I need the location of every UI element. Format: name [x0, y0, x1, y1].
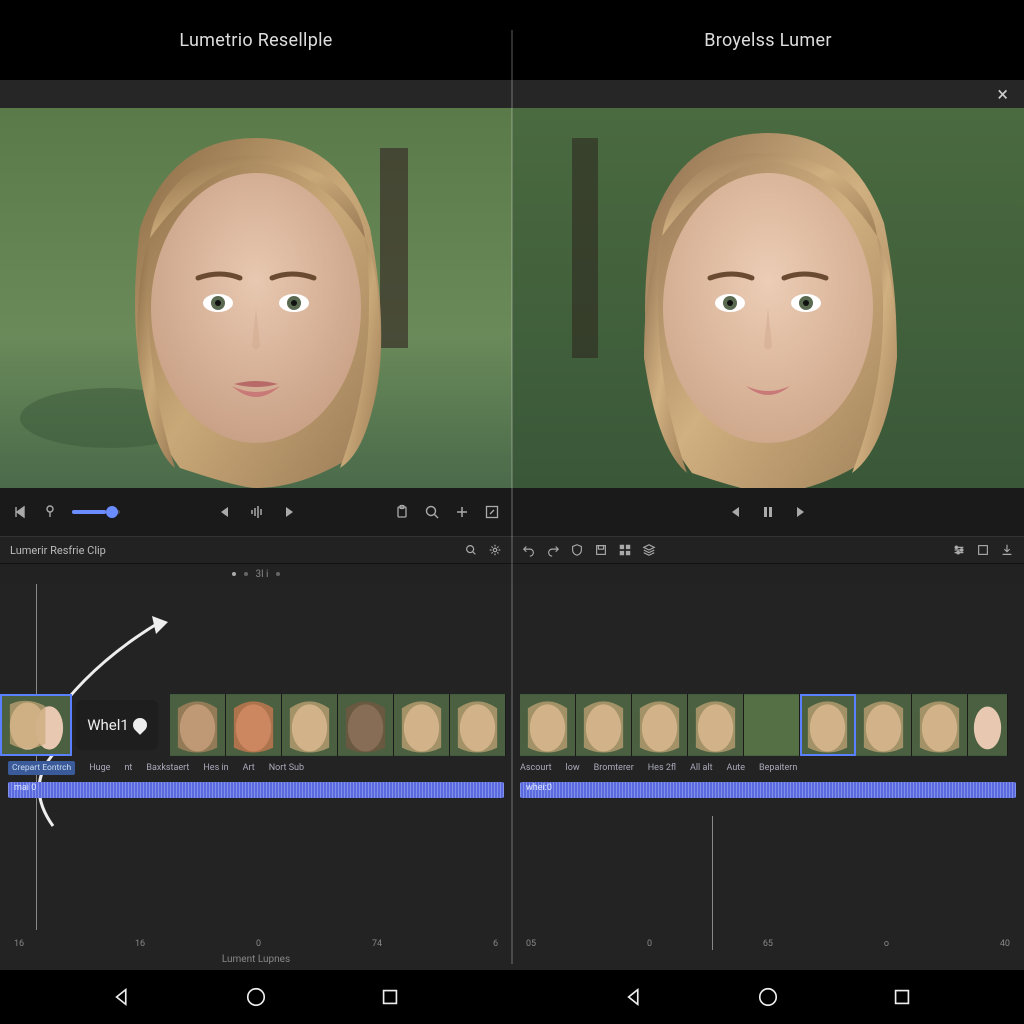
expand-icon[interactable]: [484, 504, 500, 520]
rthumb-9[interactable]: [968, 694, 1008, 756]
left-bottom-label: Lument Lupnes: [0, 954, 512, 970]
rthumb-4[interactable]: [688, 694, 744, 756]
nav-home-icon[interactable]: [245, 986, 267, 1008]
nav-back-icon-r[interactable]: [624, 986, 646, 1008]
left-ruler: 16 16 0 74 6: [0, 934, 512, 954]
pin-icon: [130, 715, 150, 735]
tag-1[interactable]: Huge: [89, 763, 110, 773]
thumb-clip-5[interactable]: [338, 694, 394, 756]
tag-2[interactable]: nt: [124, 763, 132, 773]
thumb-clip-6[interactable]: [394, 694, 450, 756]
nav-home-icon-r[interactable]: [757, 986, 779, 1008]
clipboard-icon[interactable]: [394, 504, 410, 520]
layers-icon[interactable]: [642, 543, 656, 557]
left-audio-track[interactable]: mai 0: [8, 782, 504, 798]
shield-icon[interactable]: [570, 543, 584, 557]
rtag-0[interactable]: Ascourt: [520, 763, 552, 773]
thumb-clip-3[interactable]: [226, 694, 282, 756]
right-header: Broyelss Lumer: [512, 0, 1024, 80]
tag-5[interactable]: Art: [243, 763, 255, 773]
left-thumb-group: [170, 694, 506, 756]
right-timeline[interactable]: Ascourt low Bromterer Hes 2fl All alt Au…: [512, 584, 1024, 970]
nav-recent-icon[interactable]: [379, 986, 401, 1008]
right-nav-bar: [512, 970, 1024, 1024]
search-small-icon[interactable]: [464, 543, 478, 557]
rtag-3[interactable]: Hes 2fl: [648, 763, 676, 773]
grid-icon[interactable]: [618, 543, 632, 557]
whel-badge[interactable]: Whel1: [76, 700, 158, 750]
skip-start-icon[interactable]: [12, 504, 28, 520]
pause-icon[interactable]: [760, 504, 776, 520]
tag-0[interactable]: Crepart Eontrch: [8, 761, 75, 775]
rthumb-6[interactable]: [800, 694, 856, 756]
right-tags-row: Ascourt low Bromterer Hes 2fl All alt Au…: [520, 758, 1024, 778]
settings2-icon[interactable]: [952, 543, 966, 557]
left-tags-row: Crepart Eontrch Huge nt Baxkstaert Hes i…: [8, 758, 512, 778]
thumb-clip-2[interactable]: [170, 694, 226, 756]
left-pager: 3l i: [0, 564, 512, 584]
left-transport: [0, 488, 512, 536]
waveform-icon[interactable]: [249, 504, 265, 520]
tag-4[interactable]: Hes in: [203, 763, 228, 773]
left-header: Lumetrio Resellple: [0, 0, 512, 80]
search-icon[interactable]: [424, 504, 440, 520]
prev-icon[interactable]: [726, 504, 742, 520]
right-playhead[interactable]: [712, 816, 713, 950]
add-icon[interactable]: [454, 504, 470, 520]
next-frame-icon[interactable]: [283, 504, 299, 520]
rthumb-3[interactable]: [632, 694, 688, 756]
right-thumb-group: [520, 694, 1008, 756]
right-pager: [512, 564, 1024, 584]
left-nav-bar: [0, 970, 512, 1024]
save-icon[interactable]: [594, 543, 608, 557]
rthumb-5[interactable]: [744, 694, 800, 756]
nav-back-icon[interactable]: [112, 986, 134, 1008]
right-panel-strip: [512, 536, 1024, 564]
right-transport: [512, 488, 1024, 536]
marker-icon[interactable]: [42, 504, 58, 520]
left-panel: Lumetrio Resellple: [0, 0, 512, 1024]
zoom-slider[interactable]: [72, 510, 120, 514]
right-audio-track[interactable]: whei:0: [520, 782, 1016, 798]
thumb-clip-4[interactable]: [282, 694, 338, 756]
playhead[interactable]: [36, 584, 37, 930]
rtag-5[interactable]: Aute: [727, 763, 746, 773]
close-icon[interactable]: ×: [997, 82, 1008, 106]
prev-frame-icon[interactable]: [215, 504, 231, 520]
rthumb-2[interactable]: [576, 694, 632, 756]
left-timeline[interactable]: Whel1 Crepart Eontrch Huge nt Baxkstaert…: [0, 584, 512, 970]
settings-small-icon[interactable]: [488, 543, 502, 557]
nav-recent-icon-r[interactable]: [891, 986, 913, 1008]
rtag-1[interactable]: low: [566, 763, 580, 773]
left-subbar: [0, 80, 512, 108]
rthumb-1[interactable]: [520, 694, 576, 756]
box-icon[interactable]: [976, 543, 990, 557]
redo-icon[interactable]: [546, 543, 560, 557]
rtag-6[interactable]: Bepaitern: [759, 763, 797, 773]
thumb-clip-7[interactable]: [450, 694, 506, 756]
right-preview[interactable]: [512, 108, 1024, 488]
rthumb-7[interactable]: [856, 694, 912, 756]
right-panel: Broyelss Lumer ×: [512, 0, 1024, 1024]
thumb-clip-1[interactable]: [0, 694, 72, 756]
rthumb-8[interactable]: [912, 694, 968, 756]
download-icon[interactable]: [1000, 543, 1014, 557]
tag-3[interactable]: Baxkstaert: [146, 763, 189, 773]
right-thumbs-row: [512, 694, 1024, 756]
left-panel-strip: Lumerir Resfrie Clip: [0, 536, 512, 564]
next-icon[interactable]: [794, 504, 810, 520]
tag-6[interactable]: Nort Sub: [269, 763, 304, 773]
rtag-2[interactable]: Bromterer: [594, 763, 634, 773]
left-preview[interactable]: [0, 108, 512, 488]
panel-strip-label: Lumerir Resfrie Clip: [10, 544, 454, 557]
undo-icon[interactable]: [522, 543, 536, 557]
right-title: Broyelss Lumer: [704, 30, 832, 51]
right-subbar: ×: [512, 80, 1024, 108]
rtag-4[interactable]: All alt: [690, 763, 713, 773]
right-ruler: 05 0 65 o 40: [512, 934, 1024, 954]
left-title: Lumetrio Resellple: [179, 30, 332, 51]
